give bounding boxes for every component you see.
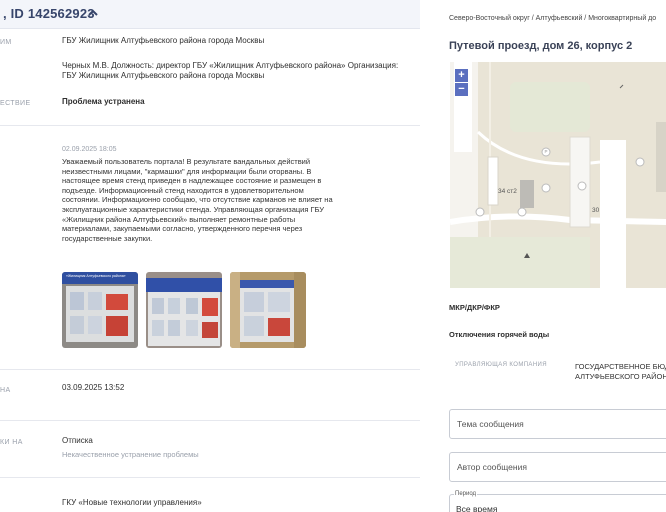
mkr-label[interactable]: МКР/ДКР/ФКР [449,303,500,312]
management-company-value: ГОСУДАРСТВЕННОЕ БЮД АЛТУФЬЕВСКОГО РАЙОН [575,362,666,382]
chevron-up-icon[interactable] [87,7,99,19]
comment-photo-3[interactable] [230,272,306,348]
organization-value: ГКУ «Новые технологии управления» [62,498,202,507]
responsible-value: Черных М.В. Должность: директор ГБУ «Жил… [62,61,399,80]
date-label: НА [0,387,11,394]
zoom-in-button[interactable]: + [455,69,468,82]
photo-caption: «Жилищник Алтуфьевского района» [66,274,126,278]
topic-placeholder: Тема сообщения [457,419,524,429]
comment-text: Уважаемый пользователь портала! В резуль… [62,157,333,243]
divider [0,125,420,126]
divider [0,420,420,421]
status-label: ЕСТВИЕ [0,100,31,107]
breadcrumb[interactable]: Северо-Восточный округ / Алтуфьевский / … [449,15,656,22]
request-details-panel: , ID 142562923 ИМ ГБУ Жилищник Алтуфьевс… [0,0,420,512]
topic-input[interactable]: Тема сообщения [449,409,666,439]
management-company-label: УПРАВЛЯЮЩАЯ КОМПАНИЯ [455,362,548,368]
rating-value: Отписка [62,436,93,445]
request-header[interactable]: , ID 142562923 [0,0,420,29]
author-input[interactable]: Автор сообщения [449,452,666,482]
map-canvas [450,62,666,288]
rating-label: КИ НА [0,439,23,446]
request-id: , ID 142562923 [3,6,95,21]
rating-sub: Некачественное устранение проблемы [62,450,199,459]
mc-line-1: ГОСУДАРСТВЕННОЕ БЮД [575,362,666,371]
divider [0,369,420,370]
comment-photo-2[interactable] [146,272,222,348]
divider [0,477,420,478]
date-value: 03.09.2025 13:52 [62,383,125,392]
map-parking-marker: P [544,149,548,154]
building-panel: Северо-Восточный округ / Алтуфьевский / … [432,0,666,512]
period-legend: Период [454,491,478,497]
map-building-label: 34 ст2 [498,188,517,195]
executor-value: ГБУ Жилищник Алтуфьевского района города… [62,36,265,45]
address-title: Путевой проезд, дом 26, корпус 2 [449,40,633,52]
author-placeholder: Автор сообщения [457,462,527,472]
comment-photo-1[interactable]: «Жилищник Алтуфьевского района» [62,272,138,348]
executor-label: ИМ [0,39,12,46]
comment-date: 02.09.2025 18:05 [62,146,117,153]
zoom-out-button[interactable]: − [455,83,468,96]
hot-water-label[interactable]: Отключения горячей воды [449,330,549,339]
period-value: Все время [456,504,498,512]
map[interactable]: 34 ст2 30 P + − [450,62,666,288]
mc-line-2: АЛТУФЬЕВСКОГО РАЙОН [575,372,666,381]
status-value: Проблема устранена [62,97,145,106]
map-number-label: 30 [592,207,600,214]
